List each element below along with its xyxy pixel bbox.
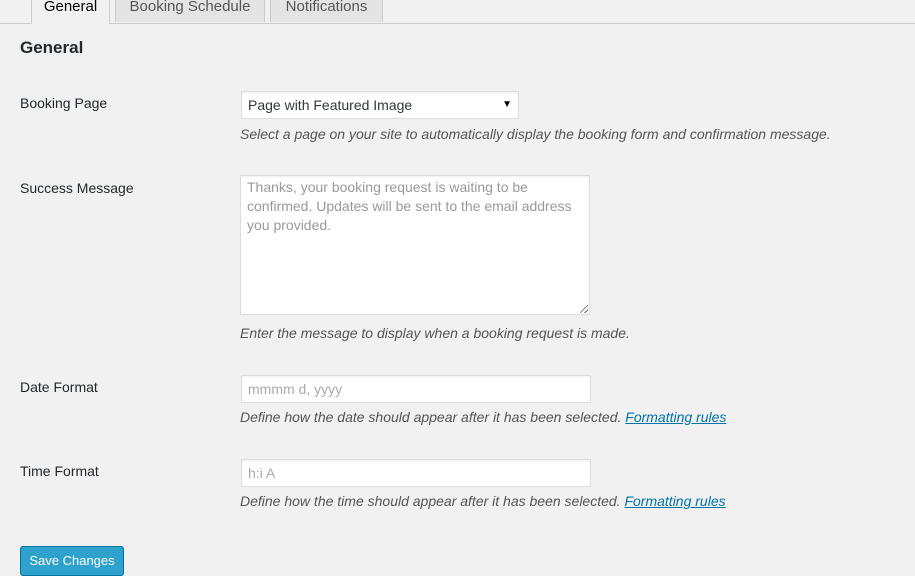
time-format-label: Time Format xyxy=(20,463,99,479)
settings-tabs: General Booking Schedule Notifications xyxy=(0,0,915,24)
save-changes-button[interactable]: Save Changes xyxy=(20,546,124,576)
tab-notifications[interactable]: Notifications xyxy=(270,0,383,22)
booking-page-description: Select a page on your site to automatica… xyxy=(240,126,831,142)
time-formatting-rules-link[interactable]: Formatting rules xyxy=(624,493,725,509)
date-format-input[interactable]: mmmm d, yyyy xyxy=(241,375,591,403)
resize-handle-icon[interactable] xyxy=(580,305,588,313)
time-format-description: Define how the time should appear after … xyxy=(240,493,726,509)
tab-booking-schedule[interactable]: Booking Schedule xyxy=(115,0,265,22)
booking-page-select[interactable]: Page with Featured Image ▼ xyxy=(241,91,519,119)
time-format-input[interactable]: h:i A xyxy=(241,459,591,487)
date-formatting-rules-link[interactable]: Formatting rules xyxy=(625,409,726,425)
success-message-description: Enter the message to display when a book… xyxy=(240,325,630,341)
success-message-placeholder: Thanks, your booking request is waiting … xyxy=(247,179,572,233)
booking-page-selected-value: Page with Featured Image xyxy=(248,97,413,113)
date-format-label: Date Format xyxy=(20,379,98,395)
success-message-textarea[interactable]: Thanks, your booking request is waiting … xyxy=(240,175,590,315)
date-format-description-text: Define how the date should appear after … xyxy=(240,409,622,425)
section-title: General xyxy=(20,38,84,57)
success-message-label: Success Message xyxy=(20,180,134,196)
dropdown-arrow-icon: ▼ xyxy=(502,99,512,110)
date-format-description: Define how the date should appear after … xyxy=(240,409,726,425)
time-format-description-text: Define how the time should appear after … xyxy=(240,493,621,509)
tab-general[interactable]: General xyxy=(31,0,110,24)
booking-page-label: Booking Page xyxy=(20,95,108,111)
